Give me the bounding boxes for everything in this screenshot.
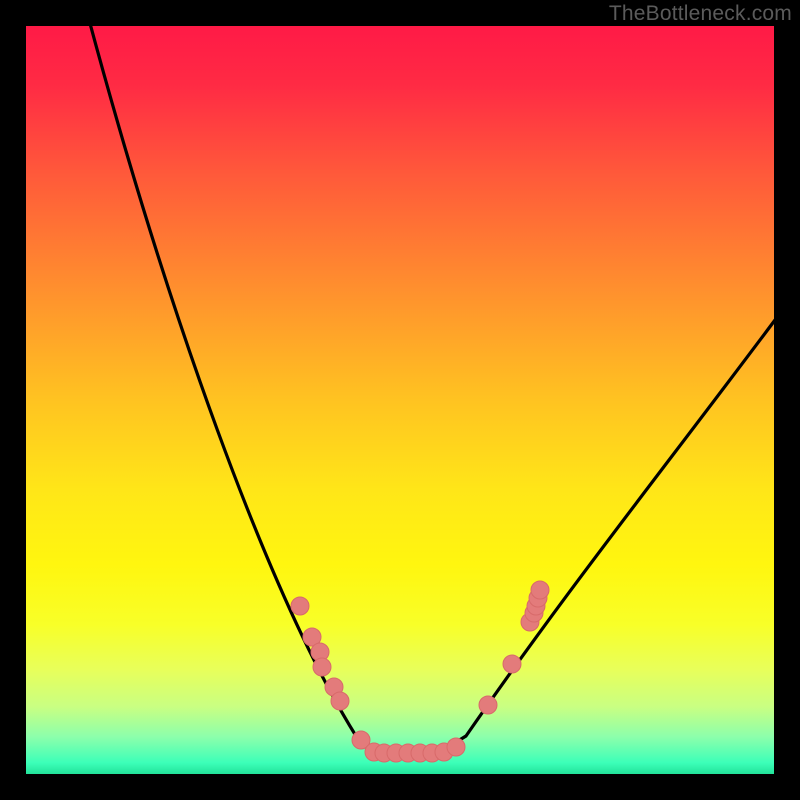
chart-frame [26, 26, 774, 774]
data-markers [291, 581, 549, 762]
watermark-text: TheBottleneck.com [609, 2, 792, 26]
bottleneck-curve [88, 16, 778, 753]
data-marker [503, 655, 521, 673]
data-marker [531, 581, 549, 599]
data-marker [313, 658, 331, 676]
data-marker [447, 738, 465, 756]
data-marker [291, 597, 309, 615]
chart-plot [26, 26, 774, 774]
data-marker [479, 696, 497, 714]
data-marker [331, 692, 349, 710]
